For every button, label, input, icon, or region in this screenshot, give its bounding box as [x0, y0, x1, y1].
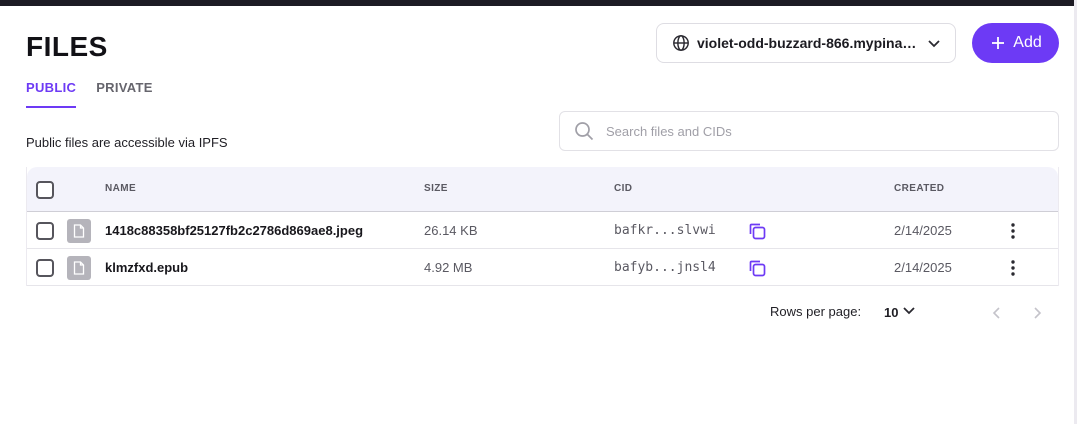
search-icon	[573, 120, 595, 142]
table-header: NAME SIZE CID CREATED	[27, 167, 1058, 212]
next-page-icon[interactable]	[1027, 303, 1047, 323]
gateway-label: violet-odd-buzzard-866.mypinata.cloud	[697, 35, 917, 51]
chevron-down-icon	[925, 34, 943, 52]
file-name[interactable]: 1418c88358bf25127fb2c2786d869ae8.jpeg	[105, 212, 363, 249]
file-cid: bafkr...slvwi	[614, 223, 716, 238]
gateway-select[interactable]: violet-odd-buzzard-866.mypinata.cloud	[656, 23, 956, 63]
copy-icon[interactable]	[746, 257, 768, 279]
row-checkbox[interactable]	[36, 258, 54, 277]
plus-icon	[989, 34, 1007, 52]
table-row[interactable]: 1418c88358bf25127fb2c2786d869ae8.jpeg 26…	[27, 212, 1058, 249]
column-created[interactable]: CREATED	[894, 183, 944, 194]
search-input[interactable]	[606, 123, 1058, 139]
column-cid[interactable]: CID	[614, 183, 632, 194]
visibility-hint: Public files are accessible via IPFS	[26, 135, 228, 150]
more-options-icon[interactable]	[1003, 258, 1023, 278]
table-row[interactable]: klmzfxd.epub 4.92 MB bafyb...jnsl4 2/14/…	[27, 249, 1058, 286]
top-bar	[0, 0, 1077, 6]
rows-per-page-select[interactable]: 10	[884, 303, 916, 322]
file-created: 2/14/2025	[894, 223, 952, 238]
add-button-label: Add	[1013, 34, 1042, 51]
file-size: 4.92 MB	[424, 260, 473, 275]
tab-public[interactable]: PUBLIC	[26, 80, 77, 108]
add-button[interactable]: Add	[972, 23, 1059, 63]
pagination: Rows per page: 10	[0, 304, 1077, 324]
visibility-tabs: PUBLIC PRIVATE	[26, 80, 153, 108]
file-name[interactable]: klmzfxd.epub	[105, 249, 188, 286]
rows-per-page-value: 10	[884, 305, 899, 320]
copy-icon[interactable]	[746, 220, 768, 242]
column-name[interactable]: NAME	[105, 183, 136, 194]
file-icon	[67, 255, 91, 280]
rows-per-page-label: Rows per page:	[770, 304, 862, 319]
page-title: FILES	[26, 31, 108, 62]
file-icon	[67, 218, 91, 243]
previous-page-icon[interactable]	[987, 303, 1007, 323]
select-all-checkbox[interactable]	[36, 180, 54, 199]
file-created: 2/14/2025	[894, 260, 952, 275]
search-box[interactable]	[559, 111, 1059, 151]
file-size: 26.14 KB	[424, 223, 478, 238]
globe-icon	[671, 33, 691, 53]
file-cid: bafyb...jnsl4	[614, 260, 716, 275]
tab-private[interactable]: PRIVATE	[96, 80, 153, 108]
chevron-down-icon	[902, 303, 916, 322]
column-size[interactable]: SIZE	[424, 183, 448, 194]
row-checkbox[interactable]	[36, 221, 54, 240]
files-table: NAME SIZE CID CREATED 1418c88358bf25127f…	[26, 167, 1059, 286]
more-options-icon[interactable]	[1003, 221, 1023, 241]
